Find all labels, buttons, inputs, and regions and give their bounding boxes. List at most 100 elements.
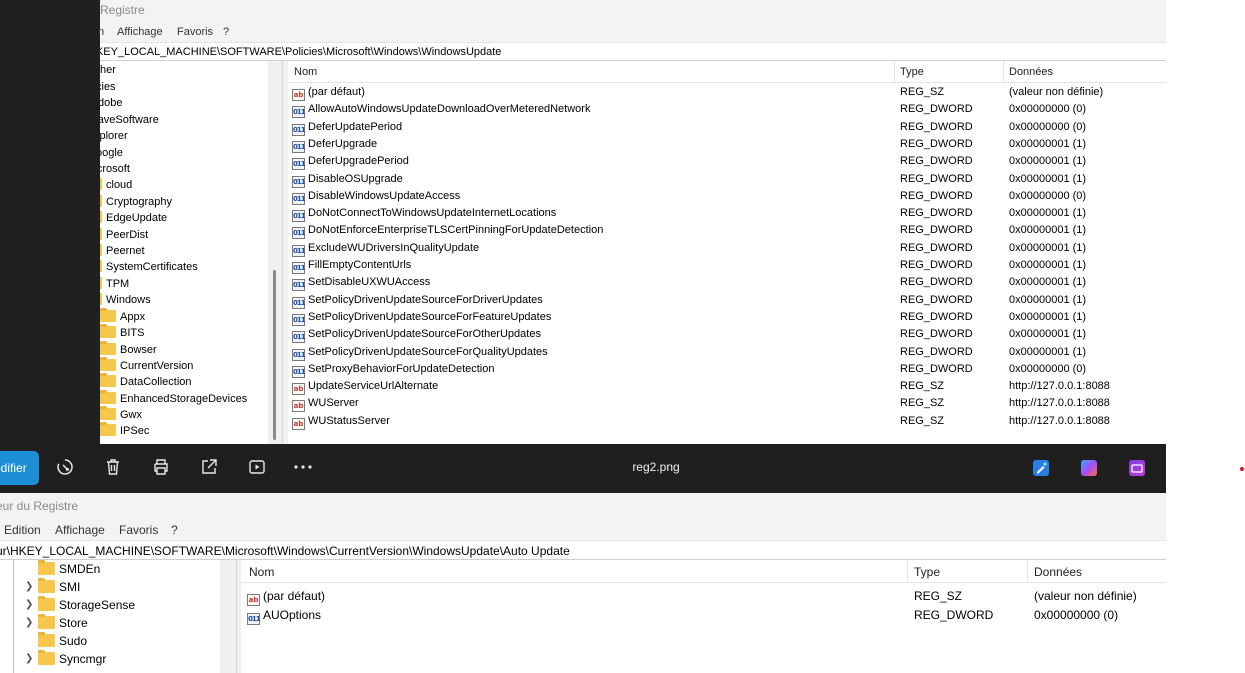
- column-divider[interactable]: [894, 61, 895, 83]
- value-name-cell: 011 DeferUpgrade: [292, 137, 378, 153]
- menu-item-favoris[interactable]: Favoris: [119, 523, 158, 537]
- tree-node[interactable]: IPSec: [100, 422, 149, 439]
- print-icon[interactable]: [150, 457, 172, 479]
- tree-node[interactable]: oogle: [100, 145, 123, 161]
- value-row[interactable]: ab WUServer REG_SZ http://127.0.0.1:8088: [288, 395, 1166, 413]
- value-type-cell: REG_DWORD: [900, 241, 973, 254]
- value-row[interactable]: 011 SetPolicyDrivenUpdateSourceForOtherUp…: [288, 326, 1166, 344]
- value-row[interactable]: ab UpdateServiceUrlAlternate REG_SZ http://…: [288, 378, 1166, 396]
- column-header-name[interactable]: Nom: [294, 66, 317, 78]
- menu-item-favoris[interactable]: Favoris: [177, 26, 213, 38]
- menu-item-fichier[interactable]: n: [98, 26, 104, 38]
- value-row[interactable]: 011 DeferUpgrade REG_DWORD 0x00000001 (1): [288, 136, 1166, 153]
- tree-node[interactable]: Bowser: [100, 341, 157, 358]
- value-type-cell: REG_DWORD: [900, 155, 973, 168]
- clipchamp-icon[interactable]: [1129, 460, 1145, 476]
- column-header-data[interactable]: Données: [1009, 66, 1053, 78]
- value-row[interactable]: 011 SetPolicyDrivenUpdateSourceForFeature…: [288, 309, 1166, 326]
- tree-node[interactable]: dobe: [100, 95, 122, 111]
- value-row[interactable]: 011 DoNotConnectToWindowsUpdateInternetLo…: [288, 205, 1166, 223]
- column-header-name[interactable]: Nom: [249, 565, 274, 579]
- tree-node[interactable]: Appx: [100, 308, 145, 325]
- tree-node[interactable]: CurrentVersion: [100, 357, 193, 374]
- value-row[interactable]: 011 AllowAutoWindowsUpdateDownloadOverMet…: [288, 101, 1166, 119]
- tree-node[interactable]: Peernet: [100, 243, 145, 259]
- value-row[interactable]: 011 DeferUpgradePeriod REG_DWORD 0x00000001…: [288, 153, 1166, 171]
- enhance-icon[interactable]: [54, 457, 76, 479]
- edit-button[interactable]: odifier: [0, 451, 39, 485]
- address-path[interactable]: ur\HKEY_LOCAL_MACHINE\SOFTWARE\Microsoft…: [0, 544, 570, 558]
- chevron-right-icon[interactable]: ❯: [25, 581, 35, 592]
- slideshow-icon[interactable]: [246, 457, 268, 479]
- tree-node[interactable]: Syncmgr: [38, 650, 106, 668]
- tree-node[interactable]: EdgeUpdate: [100, 210, 167, 226]
- tree-scrollbar[interactable]: [268, 61, 282, 444]
- value-row[interactable]: 011 AUOptions REG_DWORD 0x00000000 (0): [241, 606, 1166, 625]
- value-row[interactable]: ab (par défaut) REG_SZ (valeur non définie): [241, 587, 1166, 606]
- copilot-icon[interactable]: [1081, 460, 1097, 476]
- menu-item-affichage[interactable]: Affichage: [55, 523, 105, 537]
- address-bar[interactable]: ur\HKEY_LOCAL_MACHINE\SOFTWARE\Microsoft…: [0, 540, 1166, 560]
- scrollbar-thumb[interactable]: [273, 270, 276, 440]
- tree-node-windows[interactable]: Windows: [100, 292, 151, 308]
- tree-node[interactable]: xplorer: [100, 128, 128, 144]
- tree-node[interactable]: DataCollection: [100, 373, 192, 390]
- more-icon[interactable]: [292, 457, 314, 479]
- value-data-cell: http://127.0.0.1:8088: [1009, 414, 1110, 427]
- tree-node[interactable]: StorageSense: [38, 596, 135, 614]
- tree-node[interactable]: Sudo: [38, 632, 87, 650]
- chevron-right-icon[interactable]: ❯: [25, 653, 35, 664]
- tree-node[interactable]: Gwx: [100, 406, 142, 423]
- tree-scrollbar[interactable]: [220, 560, 236, 673]
- menu-item-help[interactable]: ?: [223, 26, 229, 38]
- value-row[interactable]: 011 SetDisableUXWUAccess REG_DWORD 0x000000…: [288, 274, 1166, 292]
- tree-node[interactable]: EnhancedStorageDevices: [100, 390, 247, 407]
- tree-node[interactable]: SystemCertificates: [100, 259, 198, 275]
- value-row[interactable]: 011 SetPolicyDrivenUpdateSourceForQuality…: [288, 344, 1166, 361]
- tree-node[interactable]: raveSoftware: [100, 112, 159, 128]
- designer-icon[interactable]: [1033, 460, 1049, 476]
- tree-node-microsoft[interactable]: licrosoft: [100, 161, 130, 177]
- menu-item-help[interactable]: ?: [171, 523, 178, 537]
- tree-node[interactable]: TPM: [100, 276, 129, 292]
- column-header-type[interactable]: Type: [914, 565, 940, 579]
- value-name-cell: 011 DoNotEnforceEnterpriseTLSCertPinningF…: [292, 224, 604, 240]
- tree-node[interactable]: her: [100, 62, 116, 78]
- value-row[interactable]: 011 DisableWindowsUpdateAccess REG_DWORD 0x…: [288, 188, 1166, 205]
- tree-node[interactable]: PeerDist: [100, 227, 148, 243]
- address-path[interactable]: HKEY_LOCAL_MACHINE\SOFTWARE\Policies\Mic…: [100, 46, 501, 58]
- value-row[interactable]: 011 SetProxyBehaviorForUpdateDetection REG…: [288, 361, 1166, 378]
- tree-node[interactable]: cies: [100, 79, 116, 95]
- column-header-data[interactable]: Données: [1034, 565, 1082, 579]
- value-row[interactable]: 011 DisableOSUpgrade REG_DWORD 0x00000001 (…: [288, 171, 1166, 188]
- column-divider[interactable]: [1027, 560, 1028, 583]
- column-divider[interactable]: [907, 560, 908, 583]
- address-bar[interactable]: HKEY_LOCAL_MACHINE\SOFTWARE\Policies\Mic…: [100, 42, 1166, 61]
- value-data-cell: 0x00000001 (1): [1009, 172, 1087, 185]
- value-row[interactable]: 011 DeferUpdatePeriod REG_DWORD 0x00000000 …: [288, 119, 1166, 136]
- column-divider[interactable]: [1003, 61, 1004, 83]
- tree-node[interactable]: SMDEn: [38, 560, 100, 578]
- value-row[interactable]: 011 DoNotEnforceEnterpriseTLSCertPinningF…: [288, 222, 1166, 240]
- share-icon[interactable]: [198, 457, 220, 479]
- menu-item-edition[interactable]: Edition: [4, 523, 41, 537]
- delete-icon[interactable]: [102, 457, 124, 479]
- value-row[interactable]: ab WUStatusServer REG_SZ http://127.0.0.1:8…: [288, 413, 1166, 430]
- column-header-type[interactable]: Type: [900, 66, 924, 78]
- tree-node[interactable]: cloud: [100, 177, 132, 193]
- value-row[interactable]: 011 FillEmptyContentUrls REG_DWORD 0x000000…: [288, 257, 1166, 274]
- chevron-right-icon[interactable]: ❯: [25, 599, 35, 610]
- tree-node[interactable]: Store: [38, 614, 88, 632]
- value-row[interactable]: ab (par défaut) REG_SZ (valeur non définie): [288, 84, 1166, 101]
- tree-node[interactable]: Cryptography: [100, 194, 172, 210]
- tree-node[interactable]: BITS: [100, 324, 144, 341]
- chevron-right-icon[interactable]: ❯: [25, 617, 35, 628]
- value-row[interactable]: 011 ExcludeWUDriversInQualityUpdate REG_DW…: [288, 240, 1166, 257]
- tree-node[interactable]: SMI: [38, 578, 80, 596]
- value-row[interactable]: 011 SetPolicyDrivenUpdateSourceForDriverU…: [288, 292, 1166, 309]
- folder-icon: [100, 211, 102, 223]
- value-type-cell: REG_SZ: [900, 397, 945, 410]
- menu-item-affichage[interactable]: Affichage: [117, 26, 163, 38]
- value-data-cell: 0x00000001 (1): [1009, 276, 1087, 289]
- dword-value-icon: 011: [292, 244, 306, 257]
